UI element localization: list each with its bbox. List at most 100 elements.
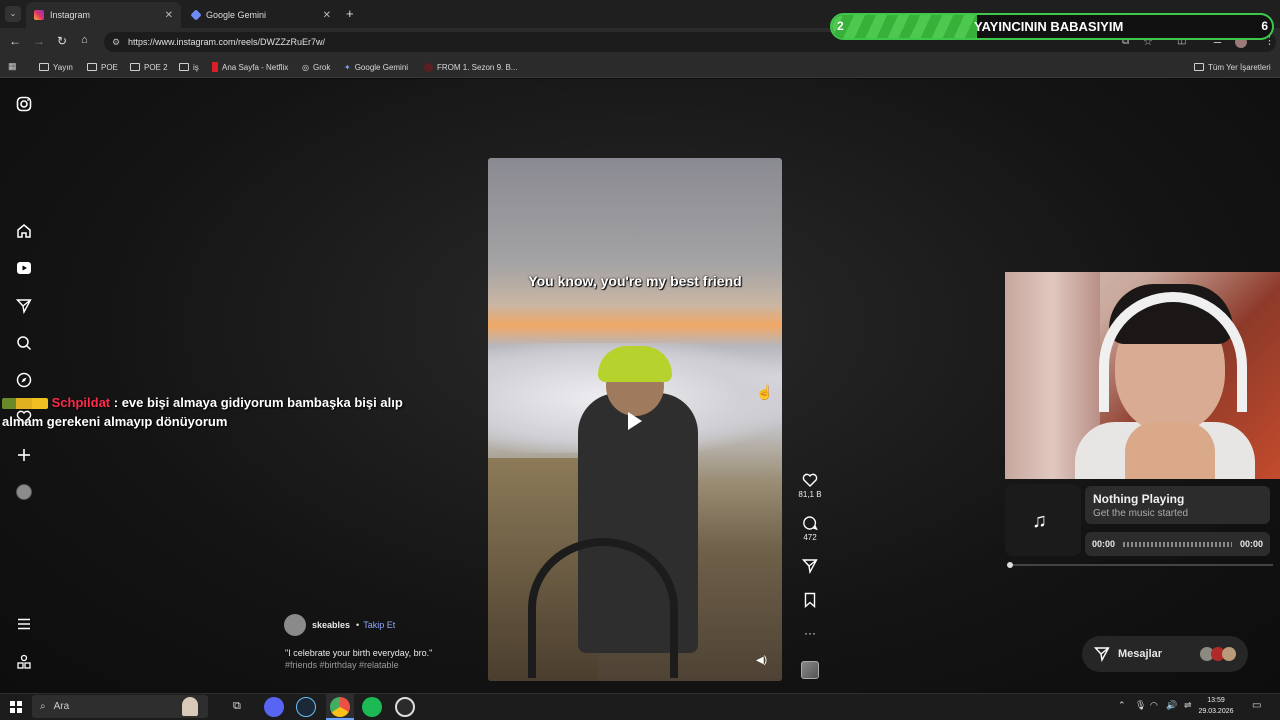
grok-icon: ◎ [302,62,309,72]
tab-gemini[interactable]: Google Gemini ✕ [184,2,339,28]
reload-icon[interactable]: ↻ [57,34,67,48]
netflix-icon [212,62,218,72]
also-from-meta-icon[interactable] [15,653,33,671]
chat-badges-icon [2,398,48,410]
heart-icon [802,473,818,487]
reels-nav-icon[interactable] [15,259,33,277]
helmet [598,346,672,382]
caption-text: "I celebrate your birth everyday, bro." [285,648,433,658]
music-info: Nothing Playing Get the music started [1085,486,1270,524]
active-app-indicator [326,694,354,720]
tab-close-icon[interactable]: ✕ [323,10,331,21]
messages-button[interactable]: Mesajlar [1082,636,1248,672]
like-count: 81,1 B [798,490,822,499]
clock-date: 29.03.2026 [1198,708,1234,715]
reel-caption: "I celebrate your birth everyday, bro." … [285,647,485,671]
stream-goal-bar: 2 YAYINCININ BABASIYIM 6 [830,13,1274,40]
streamer-hand [1125,422,1215,479]
microphone-icon[interactable]: 🎙 [1135,700,1146,711]
folder-icon [179,63,189,71]
music-seek-bar[interactable] [1007,562,1273,568]
back-arrow-icon[interactable]: ← [9,34,21,48]
audio-thumbnail[interactable] [801,661,819,679]
send-icon [1094,647,1110,662]
music-art: ♫ [1005,484,1081,556]
comment-button[interactable]: 472 [798,515,822,542]
mute-icon[interactable]: ◀) [756,655,767,666]
tab-label: Instagram [50,10,91,20]
music-time-end: 00:00 [1239,539,1263,549]
apps-grid-icon[interactable]: ▦ [8,61,17,72]
steam-icon[interactable] [296,697,316,717]
volume-icon[interactable]: 🔊 [1166,700,1177,711]
tab-search-button[interactable]: ⌄ [5,6,21,22]
music-progress: 00:00 00:00 [1085,532,1270,556]
avatar [1222,647,1236,661]
bookmark-poe2[interactable]: POE 2 [130,60,168,74]
new-tab-button[interactable]: + [346,6,354,21]
clock-time: 13:59 [1207,697,1225,704]
bookmark-icon [804,592,816,609]
profile-nav-avatar[interactable] [16,484,32,500]
bookmark-is[interactable]: iş [179,60,199,74]
goal-title: YAYINCININ BABASIYIM [974,19,1124,34]
play-icon[interactable] [628,412,642,430]
bike-frame [528,538,678,678]
all-bookmarks[interactable]: Tüm Yer İşaretleri [1194,60,1271,74]
url-text: https://www.instagram.com/reels/DWZZzRuE… [128,37,326,47]
send-icon [801,559,818,575]
more-nav-icon[interactable] [15,615,33,633]
reel-author-row: skeables • Takip Et [284,614,395,636]
follow-button[interactable]: Takip Et [363,620,395,630]
message-avatars [1200,647,1236,661]
goal-progress-fill [832,15,978,38]
music-title: Nothing Playing [1093,492,1185,506]
like-button[interactable]: 81,1 B [798,472,822,499]
share-button[interactable] [798,558,822,576]
bookmark-netflix[interactable]: Ana Sayfa - Netflix [212,60,288,74]
wifi-icon[interactable]: ◠ [1150,700,1158,711]
direct-messages-nav-icon[interactable] [15,297,33,315]
discord-icon[interactable] [264,697,284,717]
bookmark-from[interactable]: FROM 1. Sezon 9. B... [424,60,517,74]
folder-icon [1194,63,1204,71]
bookmark-grok[interactable]: ◎ Grok [302,60,330,74]
forward-arrow-icon[interactable]: → [33,34,45,48]
task-view-icon[interactable]: ⧉ [233,700,241,713]
notifications-icon[interactable]: ▭ [1252,700,1261,711]
goal-right-count: 6 [1261,19,1268,33]
create-nav-icon[interactable] [15,446,33,464]
search-nav-icon[interactable] [15,334,33,352]
explore-nav-icon[interactable] [15,371,33,389]
tab-instagram[interactable]: Instagram ✕ [26,2,181,28]
search-highlight-icon [182,697,198,716]
instagram-logo-icon[interactable] [15,95,33,113]
obs-icon[interactable] [395,697,415,717]
music-widget: ♫ Nothing Playing Get the music started … [1005,484,1275,568]
music-subtitle: Get the music started [1093,508,1189,519]
home-nav-icon[interactable] [15,222,33,240]
taskbar-search[interactable]: ⌕ Ara [32,695,208,718]
messages-label: Mesajlar [1118,648,1163,660]
start-windows-icon[interactable] [10,701,22,713]
folder-icon [130,63,140,71]
music-seek-knob[interactable] [1007,562,1013,568]
author-avatar[interactable] [284,614,306,636]
taskbar-clock[interactable]: 13:59 29.03.2026 [1196,695,1236,717]
bookmark-gemini[interactable]: ✦ Google Gemini [344,60,408,74]
tray-chevron-icon[interactable]: ⌃ [1118,700,1126,711]
reel-video[interactable]: You know, you're my best friend ◀) [488,158,782,681]
comment-icon [803,516,818,531]
caption-hashtags[interactable]: #friends #birthday #relatable [285,659,485,671]
bookmark-yayin[interactable]: Yayın [39,60,73,74]
folder-icon [39,63,49,71]
tab-close-icon[interactable]: ✕ [165,10,173,21]
bookmark-poe[interactable]: POE [87,60,118,74]
spotify-icon[interactable] [362,697,382,717]
more-options-icon[interactable]: ··· [798,626,822,640]
site-info-icon[interactable]: ⚙ [112,37,120,48]
save-button[interactable] [798,592,822,610]
author-username[interactable]: skeables [312,620,350,630]
language-icon[interactable]: ⇌ [1184,700,1192,711]
home-icon[interactable]: ⌂ [81,34,88,46]
